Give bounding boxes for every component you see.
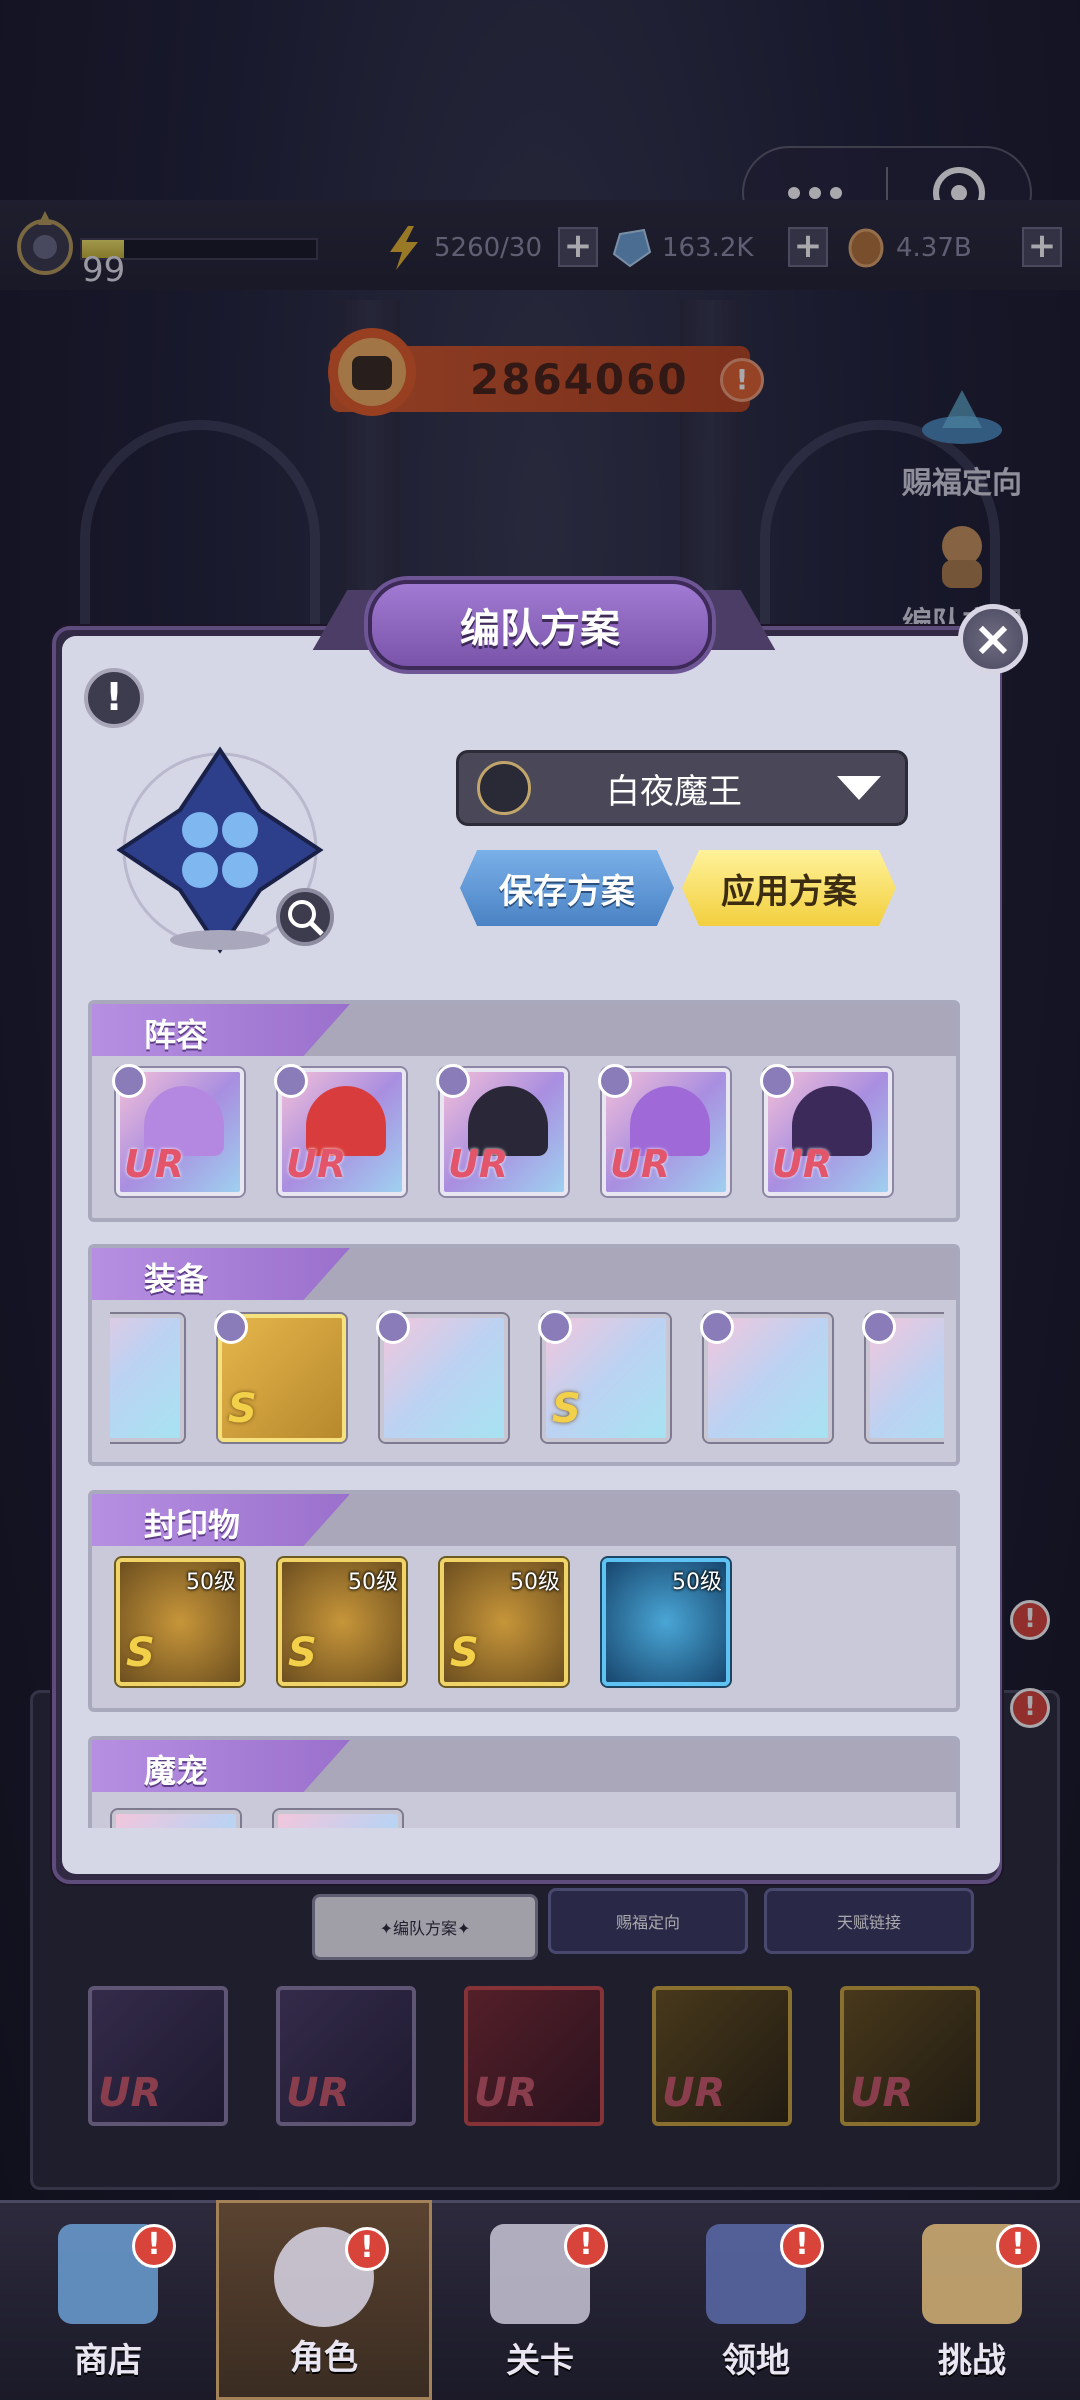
element-icon (376, 1310, 410, 1344)
pet-slot[interactable] (274, 1810, 402, 1828)
pets-section: 魔宠 (88, 1736, 960, 1828)
lineup-hero-card[interactable]: UR (274, 1064, 406, 1196)
lineup-title: 阵容 (144, 1016, 209, 1054)
close-icon: × (972, 611, 1014, 667)
grade-label: S (552, 1386, 581, 1432)
save-plan-button[interactable]: 保存方案 (460, 850, 674, 926)
plan-select-value: 白夜魔王 (606, 771, 742, 812)
equipment-row: SS (110, 1308, 944, 1458)
grade-label: S (228, 1386, 257, 1432)
pet-slot[interactable] (112, 1810, 240, 1828)
rarity-label: UR (772, 1142, 833, 1186)
equipment-slot[interactable] (700, 1310, 832, 1442)
seal-slot[interactable]: 50级 S (278, 1558, 406, 1686)
seal-level: 50级 (510, 1570, 560, 1595)
seal-level: 50级 (348, 1570, 398, 1595)
lineup-hero-card[interactable]: UR (598, 1064, 730, 1196)
nav-label: 角色 (290, 2338, 358, 2378)
nav-item-challenge[interactable]: ! 挑战 (864, 2200, 1080, 2400)
plan-select[interactable]: 白夜魔王 (456, 750, 908, 826)
seal-slot[interactable]: 50级 S (440, 1558, 568, 1686)
alert-badge: ! (345, 2227, 389, 2271)
seal-slot[interactable]: 50级 S (116, 1558, 244, 1686)
modal-title-plate: 编队方案 (368, 580, 712, 670)
nav-item-stage[interactable]: ! 关卡 (432, 2200, 648, 2400)
element-icon (760, 1064, 794, 1098)
nav-label: 关卡 (506, 2341, 574, 2381)
equipment-slot[interactable]: S (214, 1310, 346, 1442)
lineup-hero-card[interactable]: UR (112, 1064, 244, 1196)
lineup-hero-card[interactable]: UR (760, 1064, 892, 1196)
nav-label: 挑战 (938, 2341, 1006, 2381)
seal-level: 50级 (672, 1570, 722, 1595)
alert-badge: ! (132, 2224, 176, 2268)
alert-badge: ! (564, 2224, 608, 2268)
element-icon (214, 1310, 248, 1344)
element-icon (598, 1064, 632, 1098)
alert-badge: ! (996, 2224, 1040, 2268)
nav-label: 领地 (722, 2341, 790, 2381)
close-button[interactable]: × (958, 604, 1028, 674)
rarity-label: UR (610, 1142, 671, 1186)
equipment-slot[interactable]: S (538, 1310, 670, 1442)
pets-clip: 魔宠 (88, 1736, 960, 1828)
pets-title: 魔宠 (144, 1752, 209, 1790)
apply-plan-button[interactable]: 应用方案 (682, 850, 896, 926)
equipment-slot[interactable] (110, 1314, 184, 1442)
nav-item-territory[interactable]: ! 领地 (648, 2200, 864, 2400)
rarity-label: UR (124, 1142, 185, 1186)
element-icon (538, 1310, 572, 1344)
grade-label: S (126, 1630, 155, 1676)
info-button[interactable]: ! (84, 668, 144, 728)
nav-item-character[interactable]: ! 角色 (216, 2200, 432, 2400)
modal-title: 编队方案 (460, 606, 620, 652)
rarity-label: UR (448, 1142, 509, 1186)
chevron-down-icon (837, 776, 881, 800)
element-icon (274, 1064, 308, 1098)
equipment-slot[interactable] (862, 1310, 944, 1442)
rarity-label: UR (286, 1142, 347, 1186)
seals-title: 封印物 (144, 1506, 241, 1544)
equipment-title: 装备 (144, 1260, 209, 1298)
magnifier-icon (288, 900, 324, 936)
element-icon (700, 1310, 734, 1344)
nav-item-shop[interactable]: ! 商店 (0, 2200, 216, 2400)
alert-badge: ! (780, 2224, 824, 2268)
seal-slot[interactable]: 50级 (602, 1558, 730, 1686)
lineup-hero-card[interactable]: UR (436, 1064, 568, 1196)
zoom-button[interactable] (276, 888, 334, 946)
equipment-scroll[interactable]: SS (110, 1308, 944, 1458)
grade-label: S (288, 1630, 317, 1676)
element-icon (862, 1310, 896, 1344)
nav-label: 商店 (74, 2341, 142, 2381)
pencil-icon[interactable] (477, 761, 531, 815)
grade-label: S (450, 1630, 479, 1676)
seal-level: 50级 (186, 1570, 236, 1595)
equipment-slot[interactable] (376, 1310, 508, 1442)
element-icon (436, 1064, 470, 1098)
element-icon (112, 1064, 146, 1098)
